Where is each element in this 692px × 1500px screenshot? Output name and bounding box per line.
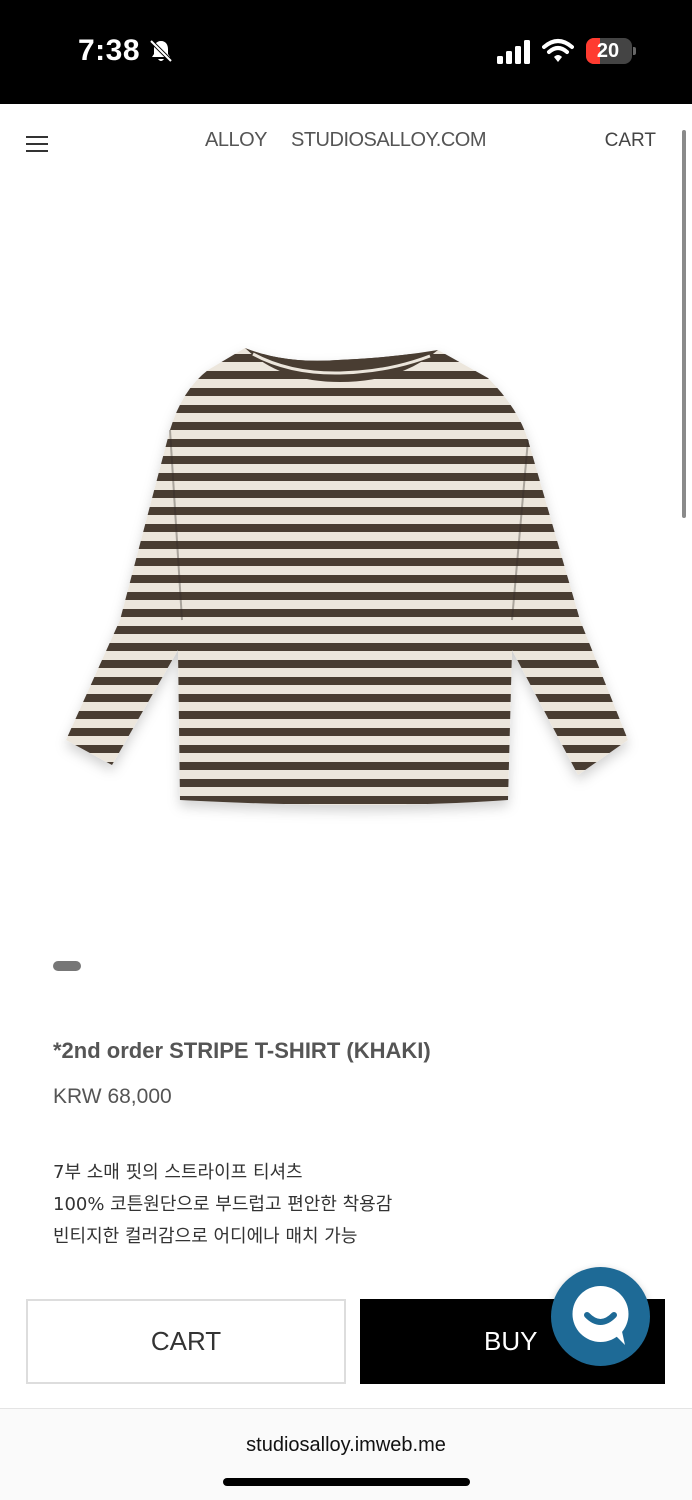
wifi-icon — [542, 39, 574, 62]
hamburger-menu-icon[interactable] — [26, 134, 48, 154]
home-indicator[interactable] — [223, 1478, 470, 1486]
description-line: 100% 코튼원단으로 부드럽고 편안한 착용감 — [53, 1194, 393, 1215]
battery-icon: 20 — [586, 38, 632, 64]
battery-cap — [633, 47, 636, 55]
bell-slash-icon — [149, 39, 173, 63]
site-header: ALLOY STUDIOSALLOY.COM CART — [0, 104, 692, 184]
url-text[interactable]: studiosalloy.imweb.me — [0, 1434, 692, 1457]
status-time: 7:38 — [78, 34, 141, 67]
product-price: KRW 68,000 — [53, 1085, 172, 1108]
browser-url-bar[interactable]: studiosalloy.imweb.me — [0, 1408, 692, 1500]
product-image — [66, 348, 628, 805]
scrollbar[interactable] — [682, 130, 686, 518]
site-link[interactable]: STUDIOSALLOY.COM — [291, 129, 487, 152]
signal-icon — [497, 40, 530, 64]
description-line: 7부 소매 핏의 스트라이프 티셔츠 — [53, 1162, 303, 1183]
add-to-cart-button[interactable]: CART — [26, 1299, 346, 1384]
product-title: *2nd order STRIPE T-SHIRT (KHAKI) — [53, 1038, 431, 1063]
header-cart-link[interactable]: CART — [605, 130, 656, 152]
chat-button[interactable] — [551, 1267, 650, 1366]
description-line: 빈티지한 컬러감으로 어디에나 매치 가능 — [53, 1226, 358, 1247]
battery-percent: 20 — [596, 40, 620, 62]
brand-logo[interactable]: ALLOY — [205, 129, 267, 152]
chat-bubble-icon — [572, 1286, 629, 1345]
carousel-indicator[interactable] — [53, 961, 81, 971]
status-bar: 7:38 20 — [0, 0, 692, 104]
product-description: 7부 소매 핏의 스트라이프 티셔츠 100% 코튼원단으로 부드럽고 편안한 … — [53, 1157, 392, 1253]
